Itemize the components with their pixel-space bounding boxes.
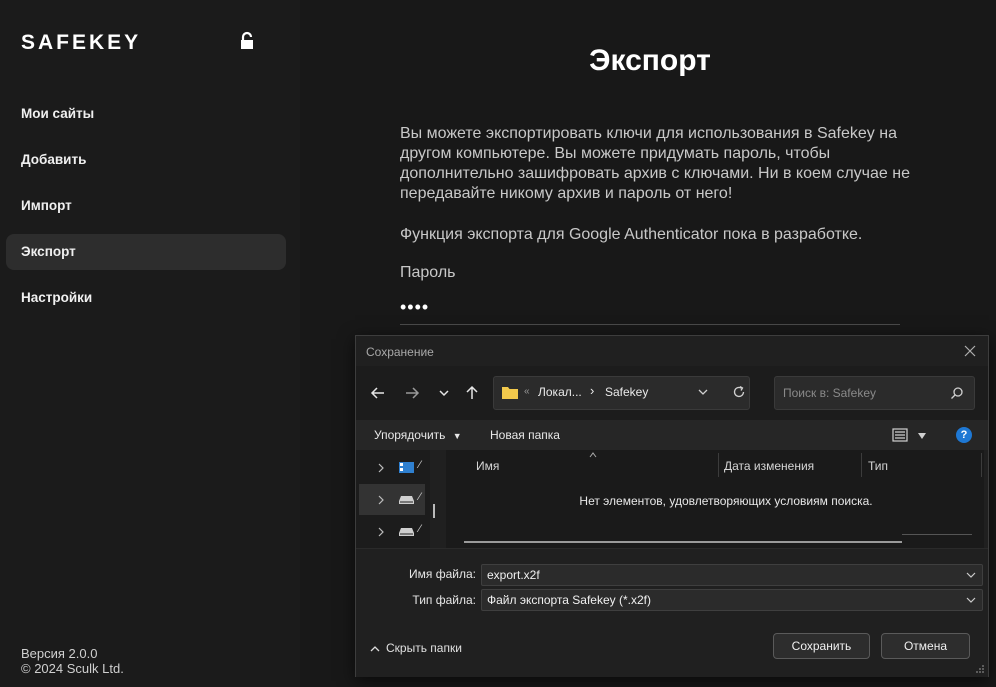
desktop-icon <box>399 462 414 473</box>
app-logo: SAFEKEY <box>21 31 142 54</box>
sidebar-item-export[interactable]: Экспорт <box>6 234 286 270</box>
organize-label: Упорядочить <box>374 428 446 442</box>
column-divider[interactable] <box>718 453 719 477</box>
address-dropdown-icon[interactable] <box>697 386 709 398</box>
filename-value[interactable]: export.x2f <box>487 568 540 582</box>
tree-item-label: ⁄ <box>419 523 421 535</box>
tree-item-label: ⁄ <box>419 459 421 471</box>
version-info: Версия 2.0.0 © 2024 Sculk Ltd. <box>21 646 124 676</box>
hide-folders-label: Скрыть папки <box>386 641 462 655</box>
sidebar-item-my-sites[interactable]: Мои сайты <box>6 96 286 132</box>
sidebar-item-import[interactable]: Импорт <box>6 188 286 224</box>
column-name[interactable]: Имя <box>476 459 499 473</box>
filename-label: Имя файла: <box>409 567 476 581</box>
column-divider[interactable] <box>981 453 982 477</box>
password-input[interactable]: •••• <box>400 297 429 318</box>
cancel-button[interactable]: Отмена <box>881 633 970 659</box>
search-placeholder: Поиск в: Safekey <box>783 386 876 400</box>
sidebar-item-settings[interactable]: Настройки <box>6 280 286 316</box>
chevron-down-icon[interactable] <box>966 571 976 579</box>
drive-icon <box>399 528 414 536</box>
file-list: Имя Дата изменения Тип Нет элементов, уд… <box>446 450 984 548</box>
divider <box>902 534 972 535</box>
chevron-down-icon[interactable] <box>966 596 976 604</box>
view-options-icon[interactable] <box>892 427 908 443</box>
refresh-icon[interactable] <box>732 385 746 399</box>
filetype-value[interactable]: Файл экспорта Safekey (*.x2f) <box>487 593 651 607</box>
dialog-footer: Имя файла: export.x2f Тип файла: Файл эк… <box>356 548 988 677</box>
horizontal-scrollbar[interactable] <box>464 541 902 543</box>
column-date[interactable]: Дата изменения <box>724 459 814 473</box>
dialog-toolbar: Упорядочить ▼ Новая папка ? <box>356 420 988 450</box>
organize-button[interactable]: Упорядочить ▼ <box>374 428 462 442</box>
filename-field[interactable]: export.x2f <box>481 564 983 586</box>
address-bar[interactable]: « Локал... › Safekey <box>493 376 750 410</box>
tree-item-drive-2[interactable]: ⁄ <box>359 516 425 547</box>
breadcrumb-overflow[interactable]: « <box>524 386 530 397</box>
save-dialog: Сохранение « Локал... › Safekey Поиск в:… <box>355 335 989 677</box>
dialog-title: Сохранение <box>366 345 434 359</box>
save-button[interactable]: Сохранить <box>773 633 870 659</box>
empty-message: Нет элементов, удовлетворяющих условиям … <box>579 494 873 508</box>
help-icon[interactable]: ? <box>956 427 972 443</box>
dialog-navbar: « Локал... › Safekey Поиск в: Safekey <box>356 366 988 420</box>
new-folder-button[interactable]: Новая папка <box>490 428 560 442</box>
back-arrow-icon[interactable] <box>368 383 388 403</box>
password-label: Пароль <box>400 264 456 281</box>
filetype-label: Тип файла: <box>412 593 476 607</box>
version-text: Версия 2.0.0 <box>21 646 98 661</box>
page-title: Экспорт <box>589 44 711 77</box>
tree-item-desktop[interactable]: ⁄ <box>359 452 425 483</box>
up-arrow-icon[interactable] <box>462 383 482 403</box>
tree-scrollbar[interactable] <box>433 504 435 518</box>
search-icon[interactable] <box>950 386 964 400</box>
folder-tree: ⁄ ⁄ ⁄ <box>356 450 430 548</box>
drive-icon <box>399 496 414 504</box>
copyright-text: © 2024 Sculk Ltd. <box>21 661 124 676</box>
sidebar-nav: Мои сайты Добавить Импорт Экспорт Настро… <box>6 96 286 326</box>
tree-item-label: ⁄ <box>419 491 421 503</box>
chevron-right-icon[interactable] <box>377 495 385 505</box>
close-icon[interactable] <box>960 341 980 361</box>
chevron-up-icon <box>370 645 380 652</box>
sort-up-icon <box>589 452 597 458</box>
chevron-down-icon: ▼ <box>452 431 462 441</box>
unlock-icon[interactable] <box>238 31 258 51</box>
breadcrumb-local[interactable]: Локал... <box>538 385 582 399</box>
sidebar: SAFEKEY Мои сайты Добавить Импорт Экспор… <box>0 0 300 687</box>
folder-icon <box>502 387 518 399</box>
search-input[interactable]: Поиск в: Safekey <box>774 376 975 410</box>
resize-grip-icon[interactable] <box>975 664 985 674</box>
column-divider[interactable] <box>861 453 862 477</box>
password-underline <box>400 324 900 325</box>
hide-folders-toggle[interactable]: Скрыть папки <box>370 641 462 655</box>
sidebar-item-add[interactable]: Добавить <box>6 142 286 178</box>
tree-item-drive-1[interactable]: ⁄ <box>359 484 425 515</box>
chevron-right-icon[interactable] <box>377 527 385 537</box>
export-description: Вы можете экспортировать ключи для испол… <box>400 125 910 202</box>
breadcrumb-separator[interactable]: › <box>590 383 594 398</box>
filetype-select[interactable]: Файл экспорта Safekey (*.x2f) <box>481 589 983 611</box>
view-dropdown-icon[interactable] <box>918 433 926 439</box>
recent-dropdown-icon[interactable] <box>434 383 454 403</box>
google-note: Функция экспорта для Google Authenticato… <box>400 226 863 243</box>
breadcrumb-safekey[interactable]: Safekey <box>605 385 648 399</box>
chevron-right-icon[interactable] <box>377 463 385 473</box>
forward-arrow-icon[interactable] <box>402 383 422 403</box>
column-type[interactable]: Тип <box>868 459 888 473</box>
